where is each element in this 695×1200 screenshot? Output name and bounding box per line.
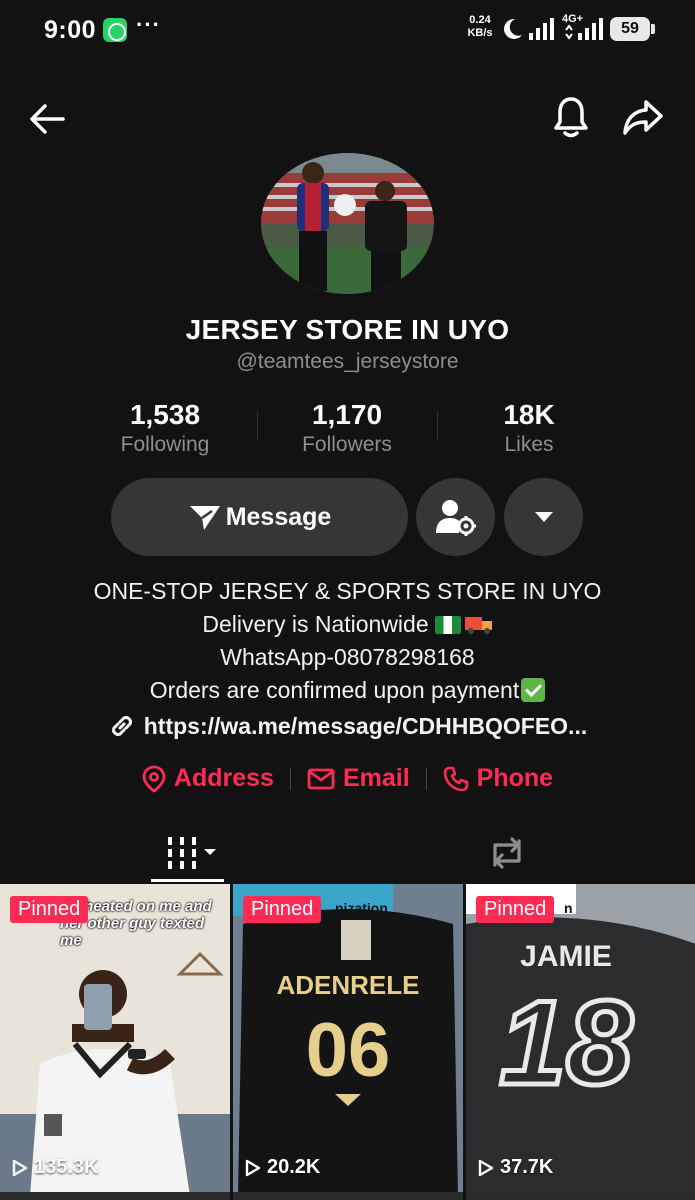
video-grid: d Cheated on me and her other guy texted…: [0, 884, 695, 1200]
view-count: 20.2K: [245, 1156, 320, 1179]
link-icon: [111, 716, 132, 736]
phone-label: Phone: [476, 764, 554, 792]
play-icon: [478, 1159, 494, 1176]
stat-likes-label: Likes: [504, 433, 554, 456]
bio-line: Orders are confirmed upon payment: [0, 674, 695, 707]
bio-line: WhatsApp-08078298168: [220, 644, 475, 670]
add-friend-settings-button[interactable]: [416, 478, 495, 556]
nigeria-flag-icon: [434, 616, 461, 634]
bio-link-text: https://wa.me/message/CDHHBQOFEO...: [143, 712, 588, 739]
arrow-left-icon: [30, 104, 65, 134]
location-pin-icon: [142, 765, 166, 793]
stat-followers[interactable]: 1,170 Followers: [257, 398, 437, 458]
profile-name: JERSEY STORE IN UYO: [185, 314, 510, 345]
address-button[interactable]: Address: [142, 764, 274, 793]
tab-reposts[interactable]: [333, 822, 680, 884]
signal-strength-2-icon: [565, 18, 603, 40]
status-time: 9:00: [44, 16, 97, 44]
caret-down-icon: [534, 512, 553, 522]
profile-handle: @teamtees_jerseystore: [236, 350, 459, 373]
more-options-dropdown-button[interactable]: [504, 478, 583, 556]
share-button[interactable]: [620, 94, 666, 140]
view-count-value: 20.2K: [267, 1156, 321, 1178]
stat-likes[interactable]: 18K Likes: [439, 398, 619, 458]
contact-divider: [425, 767, 427, 790]
video-thumbnail[interactable]: JAMIE 18 n Pinned 37.7K: [466, 884, 695, 1196]
next-row-thumbnail[interactable]: [466, 1192, 695, 1200]
battery-indicator: 59: [610, 17, 655, 41]
check-mark-icon: [521, 678, 546, 702]
do-not-disturb-icon: [504, 18, 522, 39]
stat-followers-label: Followers: [302, 433, 392, 456]
avatar-photo: [261, 153, 434, 294]
whatsapp-notification-icon: [103, 18, 127, 42]
play-icon: [12, 1159, 28, 1176]
content-tabs: [0, 822, 695, 884]
network-speed-unit: KB/s: [467, 27, 493, 39]
jersey-name: ADENRELE: [276, 970, 419, 1000]
next-row-thumbnail[interactable]: [233, 1192, 463, 1200]
repost-icon: [492, 837, 521, 869]
share-arrow-icon: [623, 100, 663, 135]
video-grid-icon: [167, 837, 216, 869]
message-button-label: Message: [225, 502, 332, 531]
tab-videos[interactable]: [20, 822, 367, 884]
video-thumbnail-image-2: ADENRELE 06: [233, 884, 463, 1196]
more-notifications-icon: ···: [136, 12, 161, 37]
stat-likes-count: 18K: [503, 399, 555, 430]
next-row-thumbnail[interactable]: [0, 1192, 230, 1200]
play-icon: [245, 1159, 261, 1176]
stat-divider: [437, 412, 438, 440]
active-tab-indicator: [151, 879, 224, 882]
message-button[interactable]: Message: [111, 478, 408, 556]
address-label: Address: [173, 764, 274, 792]
bio-line: ONE-STOP JERSEY & SPORTS STORE IN UYO: [93, 578, 602, 604]
video-thumbnail-image-3: JAMIE 18: [466, 884, 695, 1196]
user-settings-icon: [435, 500, 476, 536]
email-button[interactable]: Email: [307, 764, 410, 793]
stat-followers-count: 1,170: [311, 399, 383, 430]
network-speed: 0.24 KB/s: [462, 14, 498, 40]
profile-bio: ONE-STOP JERSEY & SPORTS STORE IN UYO De…: [0, 575, 695, 707]
bell-icon: [554, 97, 588, 138]
stat-following[interactable]: 1,538 Following: [75, 398, 255, 458]
email-label: Email: [342, 764, 410, 792]
status-bar: 9:00 ··· 0.24 KB/s 4G+ 59: [0, 0, 695, 62]
bio-line-text: Delivery is Nationwide: [202, 611, 429, 637]
view-count-value: 37.7K: [500, 1156, 554, 1178]
bio-line-text: Orders are confirmed upon payment: [149, 677, 520, 703]
back-button[interactable]: [24, 96, 70, 142]
pinned-badge: Pinned: [10, 896, 89, 923]
stat-following-count: 1,538: [129, 399, 201, 430]
bio-link[interactable]: https://wa.me/message/CDHHBQOFEO...: [0, 712, 695, 740]
video-thumbnail[interactable]: ADENRELE 06 nization Pinned 20.2K: [233, 884, 463, 1196]
profile-avatar[interactable]: [261, 153, 434, 294]
contact-divider: [289, 767, 291, 790]
phone-button[interactable]: Phone: [443, 764, 553, 793]
profile-stats: 1,538 Following 1,170 Followers 18K Like…: [75, 398, 620, 462]
contact-options: Address Email Phone: [0, 764, 695, 793]
view-count: 37.7K: [478, 1156, 553, 1179]
jersey-number: 18: [499, 976, 633, 1110]
jersey-number: 06: [306, 1008, 391, 1093]
notification-bell-button[interactable]: [548, 94, 594, 140]
video-caption: nization: [335, 900, 388, 916]
stat-following-label: Following: [120, 433, 210, 456]
video-thumbnail[interactable]: d Cheated on me and her other guy texted…: [0, 884, 230, 1196]
video-caption: n: [564, 900, 573, 916]
profile-page: 9:00 ··· 0.24 KB/s 4G+ 59 JERSEY STORE I…: [0, 0, 695, 1200]
envelope-icon: [307, 768, 335, 789]
pinned-badge: Pinned: [476, 896, 555, 923]
delivery-truck-icon: [464, 617, 492, 634]
phone-icon: [443, 766, 468, 791]
bio-line: Delivery is Nationwide: [0, 608, 695, 641]
view-count-value: 135.3K: [34, 1156, 99, 1178]
view-count: 135.3K: [12, 1156, 99, 1179]
jersey-name: JAMIE: [520, 940, 612, 973]
network-speed-value: 0.24: [469, 14, 491, 26]
pinned-badge: Pinned: [243, 896, 322, 923]
signal-strength-icon: [529, 18, 554, 40]
paper-plane-icon: [189, 506, 220, 530]
